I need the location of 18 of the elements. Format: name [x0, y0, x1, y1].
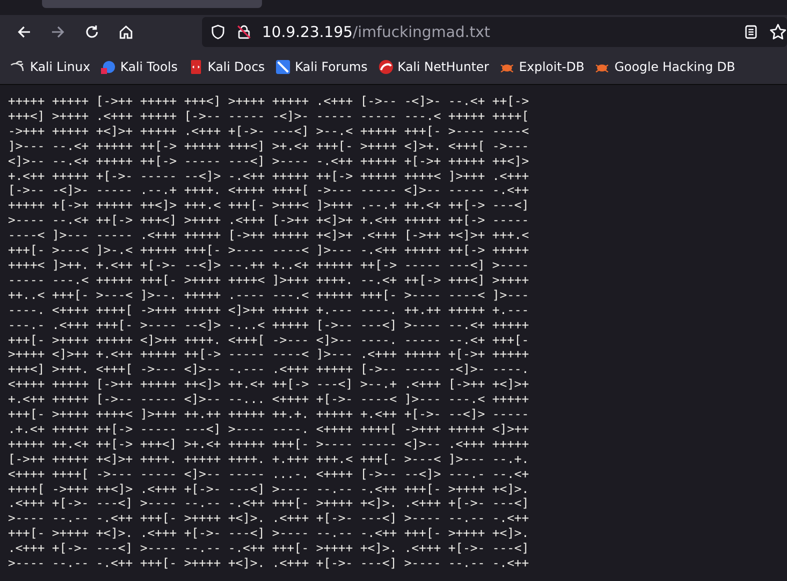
- bookmark-link[interactable]: Kali Tools: [100, 58, 178, 74]
- bookmark-star-icon[interactable]: [769, 23, 787, 41]
- bookmark-link[interactable]: Kali Docs: [188, 58, 265, 74]
- shield-icon[interactable]: [210, 24, 226, 40]
- bookmark-link[interactable]: Exploit-DB: [499, 58, 584, 74]
- insecure-lock-icon[interactable]: [236, 24, 252, 40]
- bookmark-link[interactable]: Google Hacking DB: [594, 58, 736, 74]
- bookmark-link[interactable]: Kali Forums: [274, 58, 368, 74]
- url-text: 10.9.23.195/imfuckingmad.txt: [262, 23, 490, 41]
- back-arrow-icon: [16, 24, 32, 40]
- home-icon: [118, 24, 134, 40]
- reader-view-icon[interactable]: [743, 24, 759, 40]
- forward-arrow-icon: [50, 24, 66, 40]
- bookmark-link[interactable]: Kali NetHunter: [378, 58, 490, 74]
- reload-icon: [84, 24, 100, 40]
- address-bar[interactable]: 10.9.23.195/imfuckingmad.txt: [202, 17, 787, 47]
- bookmark-link[interactable]: Kali Linux: [10, 58, 90, 74]
- file-text: +++++ +++++ [->++ +++++ +++<] >++++ +++++ .<+++ [->-- -<]>- --.<+ ++[-> +++<] >++++ .<+++ +++++ [->-- ----- -<]>- ----- ----- ---.< +++++ ++++[ ->+++ +++++ +<]>+ +++++ .<+++ +[->- ---<] >--.< +++++ +++[- >---- ----< ]>--- --.<+ +++++ ++[-> +++++ +++<] >+.<+ +++[- >++++ <]>+. <+++[ ->--- <]>-- --.<+ +++++ ++[-> ----- ---<] >---- -.<++ +++++ +[->+ +++++ ++<]> +.<++ +++++ +[->- ----- --<]> -.<++ +++++ ++[-> +++++ ++++< ]>+++ .<+++ [->-- -<]>- ----- .--.+ ++++. <++++ ++++[ ->--- ----- <]>-- ----- -.<++ +++++ +[->+ +++++ ++<]> +++.< +++[- >+++< ]>+++ .--.+ ++.<+ ++[-> ---<] >---- --.<+ ++[-> +++<] >++++ .<+++ [->++ +<]>+ +.<++ +++++ ++[-> ----- ----< ]>--- ----- .<+++ +++++ [->++ +++++ +<]>+ .<+++ [->++ +<]>+ +++.< +++[- >---< ]>-.< +++++ +++[- >---- ----< ]>--- -.<++ +++++ ++[-> +++++ ++++< ]>++. +.<++ +[->- --<]> --.++ +..<+ +++++ ++[-> ----- ---<] >---- ----- ---.< +++++ +++[- >++++ ++++< ]>+++ ++++. --.<+ ++[-> +++<] >++++ ++..< +++[- >---< ]>--. +++++ .---- ---.< +++++ +++[- >---- ----< ]>--- ----. <++++ ++++[ ->+++ +++++ <]>++ +++++ +.--- ----. ++.++ +++++ +.--- ---.- .<+++ +++[- >---- --<]> -...< +++++ [->-- ---<] >---- --.<+ +++++ +++[- >++++ +++++ <]>++ ++++. <+++[ ->--- <]>-- ----. ----- --.<+ +++[- >++++ <]>++ +.<++ +++++ ++[-> ----- ----< ]>--- .<+++ +++++ +[->+ +++++ +++<] >+++. <+++[ ->--- <]>-- -.--- .<+++ +++++ [->-- ----- -<]>- ----. <++++ +++++ [->++ +++++ ++<]> ++.<+ ++[-> ---<] >--.+ .<+++ [->++ +<]>+ +.<++ +++++ [->-- ----- <]>-- --... <++++ +[->- ----< ]>--- ---.< +++++ +++[- >++++ ++++< ]>+++ ++.++ +++++ ++.+. +++++ +.<++ +[->- --<]> ----- .+.<+ +++++ ++[-> ----- ---<] >---- ----. <++++ ++++[ ->+++ +++++ <]>++ +++++ ++.<+ ++[-> +++<] >+.<+ +++++ +++[- >---- ----- <]>-- .<+++ +++++ [->++ +++++ +<]>+ ++++. +++++ ++++. +.+++ +++.< +++[- >---< ]>--- --.+. <++++ ++++[ ->--- ----- <]>-- ----- ...-. <++++ [->-- --<]> ---.- --.<+ ++++[ ->+++ ++<]> .<+++ +[->- ---<] >---- --.-- -.<++ +++[- >++++ +<]>. .<+++ +[->- ---<] >---- --.-- -.<++ +++[- >++++ +<]>. .<+++ +[->- ---<] >---- --.-- -.<++ +++[- >++++ +<]>. .<+++ +[->- ---<] >---- --.-- -.<++ +++[- >++++ +<]>. .<+++ +[->- ---<] >---- --.-- -.<++ +++[- >++++ +<]>. .<+++ +[->- ---<] >---- --.-- -.<++ +++[- >++++ +<]>. .<+++ +[->- ---<] >---- --.-- -.<++ +++[- >++++ +<]>. .<+++ +[->- ---<] >---- --.-- -.<++: [8, 94, 530, 571]
